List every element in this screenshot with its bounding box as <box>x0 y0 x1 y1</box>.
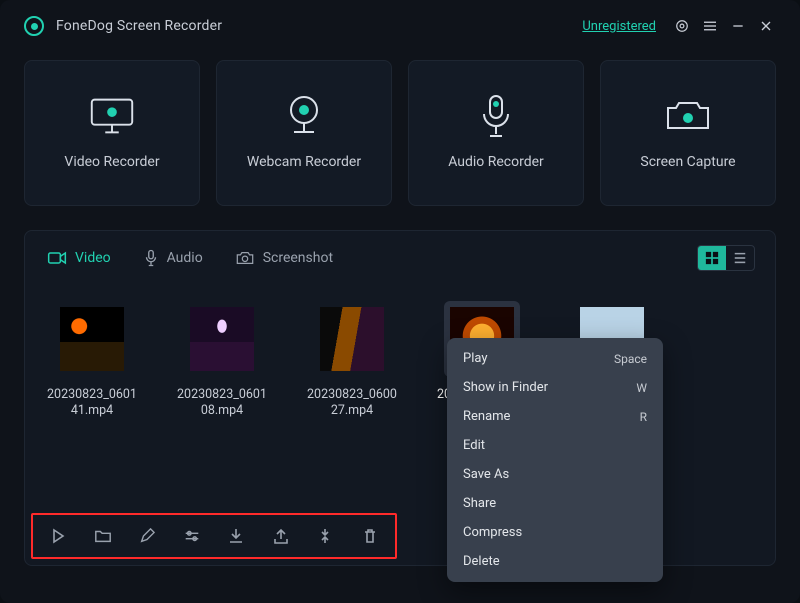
adjust-button[interactable] <box>177 519 208 553</box>
menu-button[interactable] <box>696 12 724 40</box>
thumbnail <box>320 307 384 371</box>
close-button[interactable] <box>752 12 780 40</box>
menu-label: Save As <box>463 467 509 482</box>
library-tabs: Video Audio Screenshot <box>25 231 775 285</box>
media-filename: 20230823_060027.mp4 <box>305 387 399 420</box>
menu-label: Rename <box>463 409 510 424</box>
microphone-small-icon <box>143 249 159 267</box>
compress-button[interactable] <box>310 519 341 553</box>
mode-label: Webcam Recorder <box>247 154 361 170</box>
menu-shortcut: W <box>636 381 647 395</box>
menu-shortcut: R <box>640 410 647 424</box>
settings-button[interactable] <box>668 12 696 40</box>
library-panel: Video Audio Screenshot <box>24 230 776 566</box>
close-icon <box>758 18 774 34</box>
menu-label: Share <box>463 496 496 511</box>
mode-audio-recorder[interactable]: Audio Recorder <box>408 60 584 206</box>
mode-webcam-recorder[interactable]: Webcam Recorder <box>216 60 392 206</box>
delete-button[interactable] <box>355 519 386 553</box>
folder-icon <box>94 528 112 544</box>
open-folder-button[interactable] <box>88 519 119 553</box>
play-button[interactable] <box>43 519 74 553</box>
camera-small-icon <box>235 250 255 266</box>
tab-label: Screenshot <box>263 250 333 266</box>
context-menu: Play Space Show in Finder W Rename R Edi… <box>447 338 663 582</box>
edit-button[interactable] <box>132 519 163 553</box>
view-toggle <box>697 245 755 271</box>
tab-label: Audio <box>167 250 203 266</box>
menu-label: Show in Finder <box>463 380 548 395</box>
minimize-icon <box>730 18 746 34</box>
menu-label: Compress <box>463 525 522 540</box>
tab-video[interactable]: Video <box>45 246 113 270</box>
media-item[interactable]: 20230823_060141.mp4 <box>45 301 139 420</box>
grid-icon <box>705 251 719 265</box>
list-view-button[interactable] <box>726 246 754 270</box>
mode-cards: Video Recorder Webcam Recorder Audio R <box>0 52 800 230</box>
mode-label: Video Recorder <box>64 154 159 170</box>
tab-label: Video <box>75 250 111 266</box>
app-window: FoneDog Screen Recorder Unregistered <box>0 0 800 603</box>
edit-icon <box>139 528 155 544</box>
camera-icon <box>662 96 714 136</box>
hamburger-icon <box>701 17 719 35</box>
mode-screen-capture[interactable]: Screen Capture <box>600 60 776 206</box>
list-icon <box>733 251 747 265</box>
media-item[interactable]: 20230823_060108.mp4 <box>175 301 269 420</box>
save-button[interactable] <box>221 519 252 553</box>
tab-audio[interactable]: Audio <box>141 245 205 271</box>
menu-item-play[interactable]: Play Space <box>447 344 663 373</box>
media-item[interactable]: 20230823_060027.mp4 <box>305 301 399 420</box>
play-icon <box>50 528 66 544</box>
media-toolbar <box>31 513 397 559</box>
monitor-record-icon <box>86 95 138 137</box>
webcam-icon <box>280 92 328 140</box>
thumbnail <box>60 307 124 371</box>
compress-icon <box>317 527 333 545</box>
grid-view-button[interactable] <box>698 246 726 270</box>
menu-item-show-in-finder[interactable]: Show in Finder W <box>447 373 663 402</box>
mode-label: Screen Capture <box>640 154 735 170</box>
microphone-icon <box>476 92 516 140</box>
menu-label: Delete <box>463 554 500 569</box>
menu-item-compress[interactable]: Compress <box>447 518 663 547</box>
share-button[interactable] <box>266 519 297 553</box>
mode-video-recorder[interactable]: Video Recorder <box>24 60 200 206</box>
media-filename: 20230823_060108.mp4 <box>175 387 269 420</box>
menu-item-save-as[interactable]: Save As <box>447 460 663 489</box>
menu-shortcut: Space <box>614 352 647 366</box>
minimize-button[interactable] <box>724 12 752 40</box>
menu-item-edit[interactable]: Edit <box>447 431 663 460</box>
thumbnail <box>190 307 254 371</box>
media-filename: 20230823_060141.mp4 <box>45 387 139 420</box>
tab-screenshot[interactable]: Screenshot <box>233 246 335 270</box>
share-icon <box>273 527 289 545</box>
gear-icon <box>673 17 691 35</box>
app-logo-icon <box>24 16 44 36</box>
download-icon <box>228 527 244 545</box>
video-camera-icon <box>47 250 67 266</box>
sliders-icon <box>183 528 201 544</box>
titlebar: FoneDog Screen Recorder Unregistered <box>0 0 800 52</box>
trash-icon <box>362 527 378 545</box>
menu-label: Edit <box>463 438 485 453</box>
menu-item-delete[interactable]: Delete <box>447 547 663 576</box>
unregistered-link[interactable]: Unregistered <box>582 19 656 34</box>
menu-item-rename[interactable]: Rename R <box>447 402 663 431</box>
menu-item-share[interactable]: Share <box>447 489 663 518</box>
menu-label: Play <box>463 351 488 366</box>
mode-label: Audio Recorder <box>448 154 544 170</box>
app-title: FoneDog Screen Recorder <box>56 18 222 34</box>
